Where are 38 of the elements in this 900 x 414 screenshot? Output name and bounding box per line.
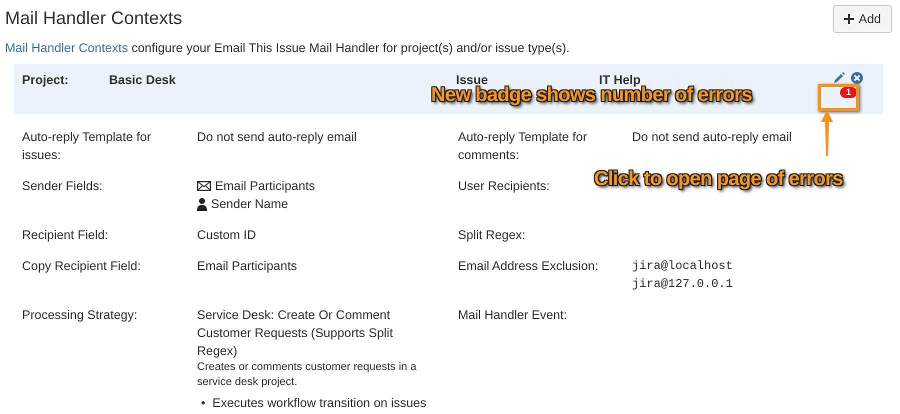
person-icon (197, 198, 207, 210)
annotation-text: Click to open page of errors (594, 168, 843, 191)
field-label: Email Address Exclusion: (458, 258, 600, 275)
field-label: Copy Recipient Field: (22, 258, 142, 275)
page-title: Mail Handler Contexts (5, 8, 182, 29)
bullet-marker: • (201, 395, 206, 411)
description-text: Mail Handler Contexts configure your Email This Issue Mail Handler for project(s) and/or issue type(s). (5, 41, 571, 55)
add-button[interactable]: Add (832, 5, 892, 33)
strategy-description: Creates or comments customer requests in a service desk project. (197, 360, 418, 390)
excluded-address: jira@127.0.0.1 (632, 276, 734, 293)
field-label: Recipient Field: (22, 227, 110, 244)
field-label: Issue (456, 73, 488, 87)
field-value: Basic Desk (109, 73, 177, 87)
contexts-link[interactable]: Mail Handler Contexts (5, 41, 128, 55)
field-label: Split Regex: (458, 227, 526, 244)
envelope-icon (197, 181, 211, 191)
field-value: Custom ID (197, 227, 258, 244)
field-value: Email Participants (197, 258, 298, 275)
field-value: Email Participants (215, 178, 316, 195)
field-label: Auto-reply Template for comments: (458, 129, 588, 164)
field-value: Do not send auto-reply email (632, 129, 793, 146)
plus-icon (844, 14, 854, 24)
field-value: Sender Name (211, 196, 288, 213)
field-value: Do not send auto-reply email (197, 129, 358, 146)
highlight-box (818, 84, 859, 111)
field-label: Sender Fields: (22, 178, 104, 195)
field-value: IT Help (599, 73, 641, 87)
close-icon[interactable] (851, 72, 863, 84)
field-label: Project: (22, 73, 70, 87)
edit-icon[interactable] (833, 72, 845, 84)
field-label: Auto-reply Template for issues: (22, 129, 152, 164)
field-label: Mail Handler Event: (458, 307, 568, 324)
field-value: Service Desk: Create Or Comment Customer Requests (Supports Split Regex) (197, 307, 394, 360)
error-count-badge[interactable]: 1 (840, 87, 857, 98)
bullet-item: Executes workflow transition on issues (212, 395, 426, 411)
field-label: Processing Strategy: (22, 307, 138, 324)
excluded-address: jira@localhost (632, 258, 734, 275)
arrow-icon (820, 110, 834, 156)
